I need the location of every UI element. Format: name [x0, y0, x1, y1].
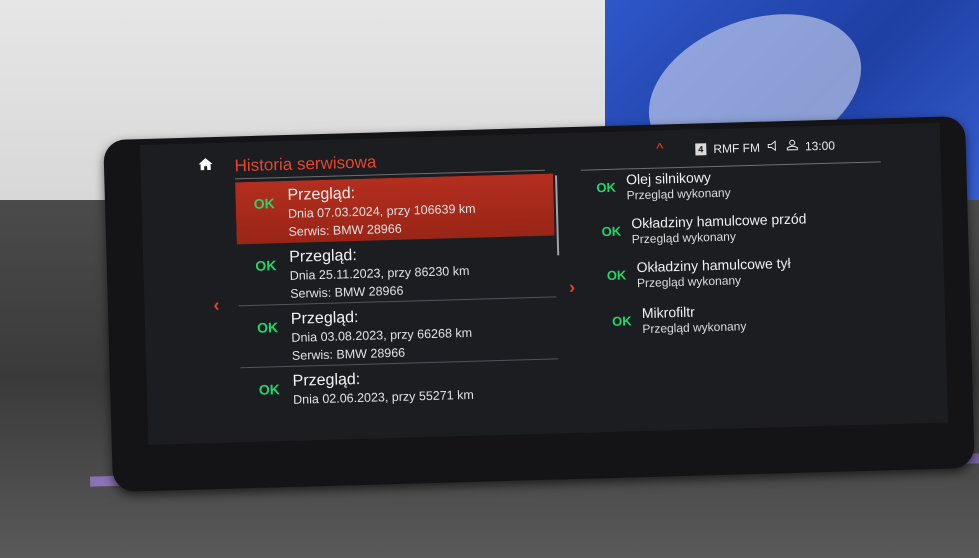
status-bar: 4 RMF FM 13:00: [695, 138, 835, 157]
item-title: Przegląd:: [288, 246, 358, 266]
user-profile-icon[interactable]: [786, 139, 798, 154]
item-title: Przegląd:: [287, 185, 356, 204]
list-item[interactable]: OK Przegląd: Dnia 03.08.2023, przy 66268…: [239, 297, 559, 369]
list-item[interactable]: OK Przegląd: Dnia 07.03.2024, przy 10663…: [235, 173, 555, 245]
item-title: Przegląd:: [290, 308, 359, 328]
item-service: Serwis: BMW 28966: [288, 221, 402, 239]
item-service: Serwis: BMW 28966: [291, 345, 406, 363]
check-item: OK Mikrofiltr Przegląd wykonany: [612, 297, 933, 350]
chevron-right-icon[interactable]: ›: [569, 277, 576, 298]
check-name: Olej silnikowy: [625, 169, 712, 188]
chevron-up-icon[interactable]: ^: [656, 140, 664, 157]
check-sub: Przegląd wykonany: [636, 273, 742, 291]
ok-status: OK: [611, 313, 632, 329]
item-detail: Dnia 07.03.2024, przy 106639 km: [287, 201, 476, 221]
speaker-icon: [767, 139, 779, 154]
ok-status: OK: [256, 319, 279, 336]
ok-status: OK: [255, 257, 277, 274]
list-item[interactable]: OK Przegląd: Dnia 25.11.2023, przy 86230…: [237, 235, 557, 307]
ok-status: OK: [596, 179, 617, 196]
item-detail: Dnia 02.06.2023, przy 55271 km: [292, 387, 474, 407]
item-detail: Dnia 03.08.2023, przy 66268 km: [291, 325, 473, 345]
station-name[interactable]: RMF FM: [713, 140, 760, 155]
item-title: Przegląd:: [292, 370, 361, 390]
infotainment-screen: Historia serwisowa ^ 4 RMF FM 13:00 ‹ OK…: [140, 122, 949, 445]
home-icon[interactable]: [198, 158, 213, 171]
check-sub: Przegląd wykonany: [642, 319, 747, 337]
list-item[interactable]: OK Przegląd: Dnia 02.06.2023, przy 55271…: [240, 359, 560, 427]
service-history-list: OK Przegląd: Dnia 07.03.2024, przy 10663…: [235, 173, 560, 427]
check-name: Okładziny hamulcowe tył: [636, 254, 791, 276]
ok-status: OK: [601, 223, 622, 240]
check-sub: Przegląd wykonany: [631, 229, 737, 247]
check-sub: Przegląd wykonany: [626, 185, 731, 203]
check-name: Mikrofiltr: [641, 303, 695, 322]
clock-time: 13:00: [804, 138, 836, 153]
item-service: Serwis: BMW 28966: [290, 283, 404, 301]
station-number-badge: 4: [695, 142, 707, 155]
list-scrollbar[interactable]: [555, 175, 560, 256]
page-title: Historia serwisowa: [234, 152, 377, 176]
ok-status: OK: [253, 195, 275, 212]
check-item: OK Okładziny hamulcowe tył Przegląd wyko…: [606, 251, 927, 304]
ok-status: OK: [606, 267, 627, 284]
ok-status: OK: [258, 381, 281, 398]
chevron-left-icon[interactable]: ‹: [213, 295, 220, 316]
item-detail: Dnia 25.11.2023, przy 86230 km: [289, 263, 470, 283]
